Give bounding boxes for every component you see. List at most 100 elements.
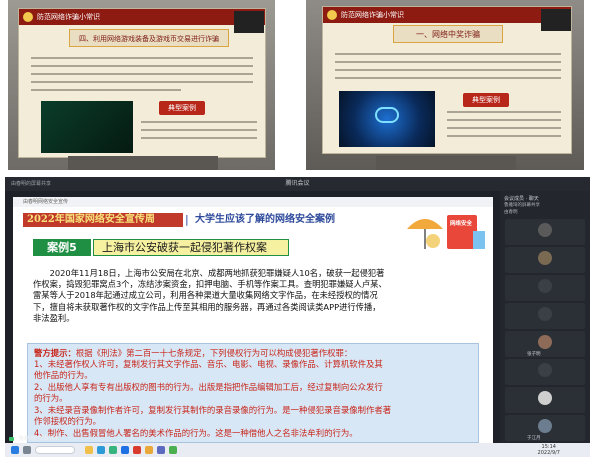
- poster-text-line: [335, 53, 561, 55]
- poster-text-line: [141, 121, 257, 123]
- poster-right-header: 防范网络诈骗小常识: [323, 7, 571, 23]
- warning-head: 警方提示：: [34, 348, 76, 358]
- warning-line: 他作品的行为。: [34, 370, 93, 380]
- app-icon[interactable]: [157, 446, 165, 454]
- cloud-lock-icon: [375, 107, 399, 123]
- panel-header[interactable]: 会议成员 · 聊天: [504, 195, 539, 202]
- participant-avatar: [538, 307, 552, 321]
- slide-tab-label: 由春明网络安全宣传: [13, 197, 493, 207]
- poster-text-line: [335, 77, 561, 79]
- poster-text-line: [447, 127, 561, 129]
- poster-text-line: [31, 89, 181, 91]
- warning-line: 警方提示：根据《刑法》第二百一十七条规定，下列侵权行为可以构成侵犯著作权罪：: [34, 348, 474, 358]
- participant-avatar: [538, 279, 552, 293]
- badge-logo-icon: [23, 12, 33, 22]
- clock[interactable]: 15:14 2022/9/7: [538, 444, 560, 456]
- illustration-sign-text: 网络安全: [450, 221, 473, 227]
- warning-line: 1、未经著作权人许可，复制发行其文字作品、音乐、电影、电视、录像作品、计算机软件…: [34, 359, 383, 369]
- poster-left-badge: 典型案例: [159, 101, 205, 115]
- qr-code-icon: [234, 11, 264, 33]
- participant-tile[interactable]: 张子明: [505, 331, 585, 357]
- poster-text-line: [31, 65, 253, 67]
- participant-list-item[interactable]: 鲁雅琦的屏幕共享: [504, 203, 586, 209]
- participant-tile[interactable]: [505, 247, 585, 273]
- participant-tile[interactable]: [505, 219, 585, 245]
- clock-date: 2022/9/7: [537, 450, 560, 456]
- poster-left-section-text: 四、利用网络游戏装备及游戏币交易进行诈骗: [79, 35, 219, 43]
- poster-text-line: [141, 137, 257, 139]
- edge-icon[interactable]: [109, 446, 117, 454]
- participant-avatar: [538, 363, 552, 377]
- umbrella-icon: [407, 215, 485, 249]
- poster-text-line: [447, 111, 561, 113]
- case-body-line: 2020年11月18日，上海市公安局在北京、成都两地抓获犯罪嫌疑人10名，破获一…: [49, 268, 385, 278]
- participant-list-item[interactable]: 由春明: [504, 210, 586, 216]
- explorer-icon[interactable]: [85, 446, 93, 454]
- case-body-line: 下，擅自将未获取著作权的文字作品上传至其相用的服务器，再通过各类阅读类APP进行…: [33, 301, 381, 312]
- poster-text-line: [447, 119, 561, 121]
- poster-right-section-text: 一、网络中奖诈骗: [416, 30, 480, 39]
- app-icon[interactable]: [169, 446, 177, 454]
- windows-taskbar: 15:14 2022/9/7: [5, 443, 590, 457]
- warning-line: 3、未经录音录像制作者许可，复制发行其制作的录音录像的行为。是一种侵犯录音录像制…: [34, 405, 392, 415]
- poster-hacker-image: [41, 101, 133, 153]
- poster-left-section: 四、利用网络游戏装备及游戏币交易进行诈骗: [69, 29, 229, 47]
- poster-text-line: [31, 73, 253, 75]
- participant-name: 于江月: [527, 436, 541, 441]
- browser-icon[interactable]: [97, 446, 105, 454]
- badge-logo-icon: [327, 10, 337, 20]
- poster-stand: [68, 156, 218, 170]
- participant-avatar: [538, 419, 552, 433]
- poster-right: 防范网络诈骗小常识 一、网络中奖诈骗 典型案例: [322, 6, 572, 154]
- campaign-title: 2022年国家网络安全宣传周: [23, 213, 183, 227]
- participant-tile[interactable]: [505, 275, 585, 301]
- case-body-line: 作权案，捣毁犯罪窝点3个，冻结涉案资金，扣押电脑、手机等作案工具。查明犯罪嫌疑人…: [33, 279, 387, 290]
- photo-left-poster: 防范网络诈骗小常识 四、利用网络游戏装备及游戏币交易进行诈骗 典型案例: [8, 0, 275, 170]
- share-indicator-icon: [9, 437, 14, 441]
- poster-text-line: [31, 81, 253, 83]
- participant-avatar: [538, 391, 552, 405]
- poster-text-line: [447, 135, 561, 137]
- participant-tile[interactable]: [505, 359, 585, 385]
- poster-text-line: [141, 129, 257, 131]
- taskbar-search[interactable]: [35, 446, 75, 454]
- photo-right-poster: 防范网络诈骗小常识 一、网络中奖诈骗 典型案例: [306, 0, 584, 170]
- poster-stand: [376, 156, 516, 170]
- participant-name: 张子明: [527, 352, 541, 357]
- case-tag: 案例5: [33, 239, 91, 256]
- case-title: 上海市公安破获一起侵犯著作权案: [93, 239, 289, 256]
- poster-text-line: [31, 57, 253, 59]
- poster-right-section: 一、网络中奖诈骗: [393, 25, 503, 43]
- case-body-line: 雷某等人于2018年起通过成立公司，利用各种渠道大量收集网络文字作品，在未经授权…: [33, 290, 378, 301]
- poster-right-header-text: 防范网络诈骗小常识: [341, 11, 404, 19]
- poster-text-line: [335, 61, 561, 63]
- wps-icon[interactable]: [133, 446, 141, 454]
- case-body: 2020年11月18日，上海市公安局在北京、成都两地抓获犯罪嫌疑人10名，破获一…: [33, 268, 473, 324]
- meeting-title-bar: 由春明的屏幕共享 腾讯会议: [5, 177, 590, 191]
- poster-left-header: 防范网络诈骗小常识: [19, 9, 265, 25]
- start-icon[interactable]: [11, 446, 19, 454]
- screen-share-bar[interactable]: 鲁雅琦的屏幕共享: [5, 435, 125, 443]
- share-bar-label: 鲁雅琦的屏幕共享: [19, 436, 60, 442]
- sharer-label: 由春明的屏幕共享: [11, 181, 52, 187]
- poster-left: 防范网络诈骗小常识 四、利用网络游戏装备及游戏币交易进行诈骗 典型案例: [18, 8, 266, 158]
- participant-tile[interactable]: [505, 387, 585, 413]
- task-view-icon[interactable]: [23, 446, 31, 454]
- case-body-line: 非法盈利。: [33, 312, 75, 323]
- campaign-subtitle: 大学生应该了解的网络安全案例: [195, 214, 335, 225]
- participant-tile[interactable]: 于江月: [505, 415, 585, 441]
- qr-code-icon: [541, 9, 571, 31]
- participant-panel[interactable]: 会议成员 · 聊天 鲁雅琦的屏幕共享 由春明 张子明于江月: [500, 191, 590, 443]
- warning-line: 2、出版他人享有专有出版权的图书的行为。出版是指把作品编辑加工后，经过复制向公众…: [34, 382, 383, 392]
- warning-line: 作邻接权的行为。: [34, 416, 101, 426]
- participant-avatar: [538, 251, 552, 265]
- window-title: 腾讯会议: [285, 180, 310, 187]
- poster-left-header-text: 防范网络诈骗小常识: [37, 13, 100, 21]
- poster-right-badge: 典型案例: [463, 93, 509, 107]
- campaign-separator: |: [185, 213, 189, 226]
- participant-tile[interactable]: [505, 303, 585, 329]
- warning-line: 的行为。: [34, 393, 68, 403]
- chrome-icon[interactable]: [145, 446, 153, 454]
- meeting-app-icon[interactable]: [121, 446, 129, 454]
- police-warning-box: 警方提示：根据《刑法》第二百一十七条规定，下列侵权行为可以构成侵犯著作权罪： 1…: [27, 343, 479, 443]
